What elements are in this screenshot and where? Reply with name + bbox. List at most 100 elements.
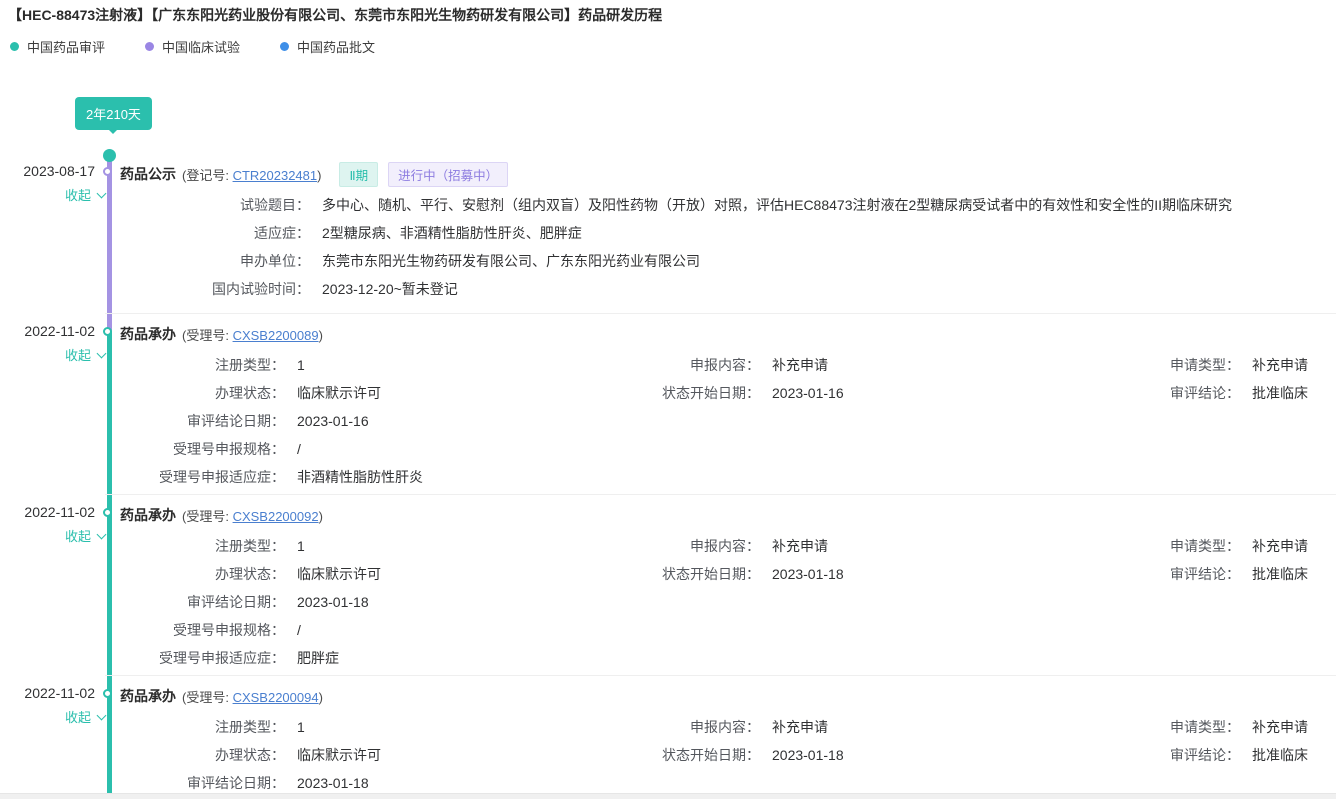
field-value: 1: [297, 538, 305, 554]
phase-tag: Ⅱ期: [339, 161, 379, 187]
id-prefix: (受理号:: [182, 689, 233, 705]
field-row: 审评结论日期： 2023-01-18: [120, 588, 1336, 616]
timeline-node-dot: [103, 327, 112, 336]
entry-body: 药品承办 (受理号: CXSB2200089) 注册类型： 1 申报内容： 补充申请…: [120, 323, 1336, 491]
field-row-trial-time: 国内试验时间： 2023-12-20~暂未登记: [120, 275, 1336, 303]
collapse-toggle[interactable]: 收起: [64, 345, 107, 364]
field-label: 试验题目：: [240, 197, 310, 213]
field-row: 受理号申报规格： /: [120, 435, 1336, 463]
field-label: 办理状态：: [215, 747, 285, 763]
field-label: 注册类型：: [215, 538, 285, 554]
field-row: 注册类型： 1 申报内容： 补充申请 申请类型： 补充申请: [120, 351, 1336, 379]
chevron-down-icon: [96, 348, 107, 358]
entry-left-column: 2023-08-17 收起: [0, 163, 107, 204]
id-suffix: ): [318, 508, 323, 524]
id-suffix: ): [318, 327, 323, 343]
field-value: 补充申请: [772, 538, 828, 554]
legend-item-clinical-trial: 中国临床试验: [145, 37, 240, 56]
field-value: 批准临床: [1252, 385, 1308, 401]
chevron-down-icon: [96, 188, 107, 198]
registration-number-link[interactable]: CTR20232481: [233, 168, 318, 183]
entry-left-column: 2022-11-02 收起: [0, 504, 107, 545]
id-suffix: ): [318, 689, 323, 705]
field-label: 申请类型：: [1170, 357, 1240, 373]
chevron-down-icon: [96, 710, 107, 720]
field-value: 补充申请: [772, 719, 828, 735]
field-label: 申报内容：: [690, 538, 760, 554]
entry-body: 药品承办 (受理号: CXSB2200094) 注册类型： 1 申报内容： 补充申请…: [120, 685, 1336, 797]
field-value: 肥胖症: [297, 650, 339, 666]
acceptance-number-link[interactable]: CXSB2200092: [233, 509, 319, 524]
entry-header: 药品公示 (登记号: CTR20232481) Ⅱ期 进行中（招募中）: [120, 161, 1336, 187]
field-value: 2023-01-18: [297, 594, 369, 610]
field-row: 注册类型： 1 申报内容： 补充申请 申请类型： 补充申请: [120, 532, 1336, 560]
blue-dot-icon: [280, 42, 290, 51]
bottom-edge-strip: [0, 793, 1336, 799]
collapse-label: 收起: [64, 348, 91, 363]
entry-body: 药品承办 (受理号: CXSB2200092) 注册类型： 1 申报内容： 补充申请…: [120, 504, 1336, 672]
entry-date: 2023-08-17: [23, 163, 95, 179]
registration-number: (登记号: CTR20232481): [182, 165, 321, 184]
id-prefix: (登记号:: [182, 167, 233, 183]
field-value: 临床默示许可: [297, 385, 381, 401]
collapse-label: 收起: [64, 529, 91, 544]
id-suffix: ): [317, 167, 322, 183]
timeline-start-dot: [103, 149, 116, 162]
field-value: 非酒精性脂肪性肝炎: [297, 469, 423, 485]
field-label: 状态开始日期：: [662, 566, 760, 582]
field-label: 审评结论：: [1170, 566, 1240, 582]
acceptance-number: (受理号: CXSB2200092): [182, 506, 323, 525]
field-value: 2023-01-16: [297, 413, 369, 429]
field-value: 补充申请: [1252, 357, 1308, 373]
entry-left-column: 2022-11-02 收起: [0, 685, 107, 726]
entry-divider: [105, 313, 1336, 314]
entry-header: 药品承办 (受理号: CXSB2200092): [120, 504, 1336, 526]
field-label: 审评结论：: [1170, 747, 1240, 763]
legend-label: 中国药品批文: [297, 40, 376, 55]
field-value: 1: [297, 719, 305, 735]
acceptance-number-link[interactable]: CXSB2200089: [233, 328, 319, 343]
entry-title: 药品承办: [120, 326, 176, 342]
field-value: 补充申请: [1252, 538, 1308, 554]
timeline-node-dot: [103, 508, 112, 517]
field-value: 批准临床: [1252, 566, 1308, 582]
field-label: 状态开始日期：: [662, 385, 760, 401]
collapse-label: 收起: [64, 710, 91, 725]
field-row: 注册类型： 1 申报内容： 补充申请 申请类型： 补充申请: [120, 713, 1336, 741]
field-value: /: [297, 622, 301, 638]
field-value: 临床默示许可: [297, 747, 381, 763]
field-label: 审评结论日期：: [187, 775, 285, 791]
collapse-toggle[interactable]: 收起: [64, 526, 107, 545]
page-title: 【HEC-88473注射液】【广东东阳光药业股份有限公司、东莞市东阳光生物药研发…: [8, 7, 663, 23]
field-value: 1: [297, 357, 305, 373]
field-row: 审评结论日期： 2023-01-16: [120, 407, 1336, 435]
field-label: 申办单位：: [240, 253, 310, 269]
field-value: 补充申请: [772, 357, 828, 373]
acceptance-number-link[interactable]: CXSB2200094: [233, 690, 319, 705]
field-label: 国内试验时间：: [212, 281, 310, 297]
duration-badge: 2年210天: [75, 97, 152, 134]
field-value: /: [297, 441, 301, 457]
timeline-segment-review: [107, 331, 112, 799]
entry-divider: [105, 675, 1336, 676]
entry-date: 2022-11-02: [24, 504, 95, 520]
field-value: 2023-01-16: [772, 385, 844, 401]
field-label: 申请类型：: [1170, 719, 1240, 735]
timeline-node-dot: [103, 689, 112, 698]
collapse-toggle[interactable]: 收起: [64, 707, 107, 726]
legend-item-drug-approval: 中国药品批文: [280, 37, 375, 56]
field-label: 受理号申报适应症：: [159, 469, 285, 485]
collapse-toggle[interactable]: 收起: [65, 185, 107, 204]
field-value: 2023-12-20~暂未登记: [322, 281, 458, 297]
timeline-segment-clinical: [107, 152, 112, 331]
field-value: 多中心、随机、平行、安慰剂（组内双盲）及阳性药物（开放）对照，评估HEC8847…: [322, 197, 1233, 213]
id-prefix: (受理号:: [182, 508, 233, 524]
drug-development-timeline-page: 【HEC-88473注射液】【广东东阳光药业股份有限公司、东莞市东阳光生物药研发…: [0, 0, 1336, 799]
field-label: 注册类型：: [215, 719, 285, 735]
timeline-legend: 中国药品审评 中国临床试验 中国药品批文: [10, 37, 415, 56]
field-label: 申报内容：: [690, 357, 760, 373]
field-value: 2023-01-18: [772, 747, 844, 763]
field-row: 受理号申报适应症： 非酒精性脂肪性肝炎: [120, 463, 1336, 491]
entry-title: 药品承办: [120, 507, 176, 523]
legend-label: 中国药品审评: [27, 40, 106, 55]
